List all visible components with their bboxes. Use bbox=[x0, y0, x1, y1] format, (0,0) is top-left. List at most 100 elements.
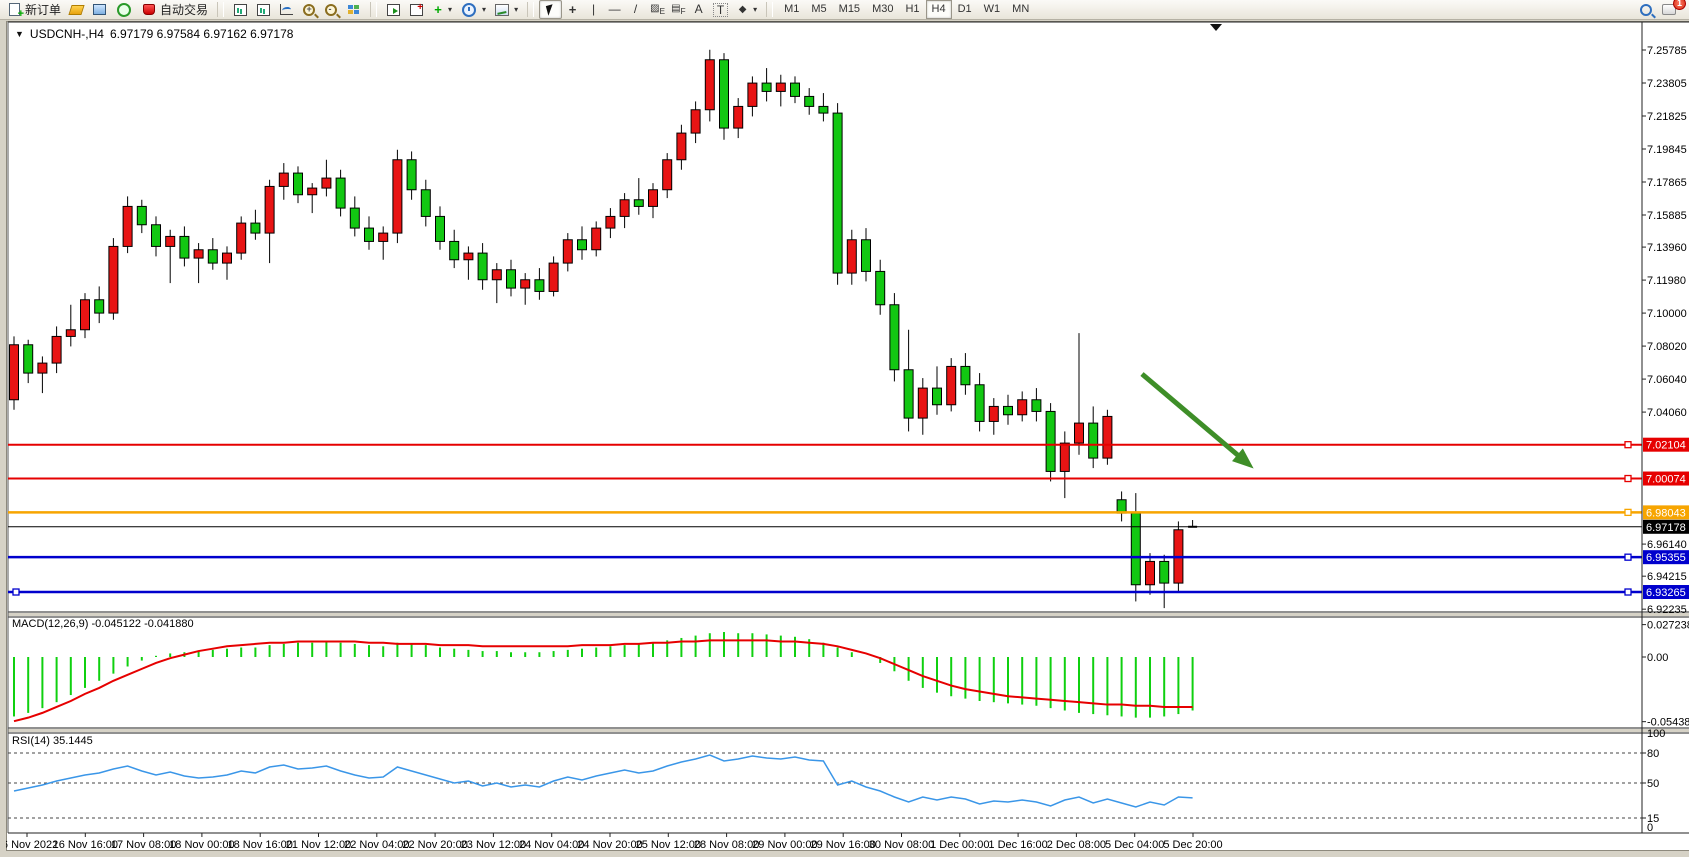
text-label-tool-button[interactable]: T bbox=[709, 0, 732, 19]
line-handle[interactable] bbox=[13, 589, 19, 595]
svg-text:5 Dec 04:00: 5 Dec 04:00 bbox=[1105, 839, 1164, 851]
auto-trading-label: 自动交易 bbox=[160, 1, 208, 18]
svg-text:6.94215: 6.94215 bbox=[1647, 571, 1687, 583]
macd-pane[interactable] bbox=[8, 617, 1689, 728]
svg-text:1 Dec 00:00: 1 Dec 00:00 bbox=[930, 839, 989, 851]
pane-splitter[interactable] bbox=[8, 613, 1689, 616]
chart-canvas[interactable]: 7.257857.238057.218257.198457.178657.158… bbox=[6, 21, 1689, 851]
chevron-down-icon: ▾ bbox=[753, 5, 757, 14]
text-icon: A bbox=[692, 2, 705, 17]
toolbar-separator bbox=[527, 2, 534, 17]
periods-button[interactable]: ▾ bbox=[456, 0, 490, 19]
search-icon bbox=[1640, 4, 1652, 16]
svg-text:17 Nov 08:00: 17 Nov 08:00 bbox=[111, 839, 176, 851]
signals-button[interactable] bbox=[111, 0, 137, 19]
main-toolbar: 新订单 自动交易 + - +▾ ▾ ▾ + | — bbox=[0, 0, 1689, 20]
timeframe-m1-button[interactable]: M1 bbox=[778, 0, 805, 19]
svg-text:29 Nov 00:00: 29 Nov 00:00 bbox=[752, 839, 817, 851]
auto-scroll-button[interactable] bbox=[382, 0, 405, 19]
templates-button[interactable]: ▾ bbox=[490, 0, 522, 19]
svg-text:7.23805: 7.23805 bbox=[1647, 78, 1687, 90]
timeframe-h4-button[interactable]: H4 bbox=[926, 0, 952, 19]
vertical-line-icon: | bbox=[587, 2, 600, 17]
tile-windows-button[interactable] bbox=[342, 0, 365, 19]
cursor-tool-button[interactable] bbox=[539, 0, 562, 19]
svg-text:50: 50 bbox=[1647, 778, 1659, 790]
chart-menu-triangle-icon[interactable]: ▼ bbox=[15, 29, 24, 39]
line-handle[interactable] bbox=[1625, 589, 1631, 595]
add-indicator-icon: + bbox=[432, 3, 444, 17]
svg-text:7.02104: 7.02104 bbox=[1646, 440, 1686, 452]
svg-text:7.19845: 7.19845 bbox=[1647, 144, 1687, 156]
notification-badge: 1 bbox=[1673, 0, 1686, 10]
pane-splitter[interactable] bbox=[8, 729, 1689, 732]
tile-windows-icon bbox=[348, 5, 359, 15]
timeframe-w1-button[interactable]: W1 bbox=[978, 0, 1007, 19]
bar-chart-button[interactable] bbox=[229, 0, 252, 19]
svg-text:22 Nov 04:00: 22 Nov 04:00 bbox=[344, 839, 409, 851]
horizontal-line-tool-button[interactable]: — bbox=[604, 0, 625, 19]
auto-scroll-icon bbox=[387, 4, 400, 16]
svg-text:25 Nov 12:00: 25 Nov 12:00 bbox=[636, 839, 701, 851]
svg-text:6.98043: 6.98043 bbox=[1646, 507, 1686, 519]
crosshair-tool-button[interactable]: + bbox=[562, 0, 583, 19]
chart-title: ▼ USDCNH-,H4 6.97179 6.97584 6.97162 6.9… bbox=[15, 27, 293, 41]
svg-text:7.15885: 7.15885 bbox=[1647, 210, 1687, 222]
vertical-line-tool-button[interactable]: | bbox=[583, 0, 604, 19]
channel-tool-button[interactable]: ▨E bbox=[646, 0, 667, 19]
candlestick-chart-icon bbox=[257, 4, 270, 16]
new-order-button[interactable]: 新订单 bbox=[3, 0, 65, 19]
arrows-tool-button[interactable]: ◆▾ bbox=[732, 0, 761, 19]
timeframe-m5-button[interactable]: M5 bbox=[805, 0, 832, 19]
new-order-icon bbox=[9, 3, 20, 16]
svg-text:7.11980: 7.11980 bbox=[1647, 275, 1686, 287]
svg-text:23 Nov 12:00: 23 Nov 12:00 bbox=[461, 839, 526, 851]
candlestick-chart-button[interactable] bbox=[252, 0, 275, 19]
trendline-icon: / bbox=[629, 2, 642, 17]
template-icon bbox=[495, 4, 509, 16]
svg-text:6.96140: 6.96140 bbox=[1647, 539, 1687, 551]
svg-text:24 Nov 20:00: 24 Nov 20:00 bbox=[577, 839, 642, 851]
svg-text:7.17865: 7.17865 bbox=[1647, 177, 1687, 189]
line-handle[interactable] bbox=[1625, 476, 1631, 482]
svg-text:7.06040: 7.06040 bbox=[1647, 374, 1687, 386]
timeframe-mn-button[interactable]: MN bbox=[1006, 0, 1035, 19]
line-handle[interactable] bbox=[1625, 442, 1631, 448]
svg-text:21 Nov 12:00: 21 Nov 12:00 bbox=[286, 839, 351, 851]
svg-text:2 Dec 08:00: 2 Dec 08:00 bbox=[1047, 839, 1106, 851]
text-label-icon: T bbox=[713, 3, 728, 17]
svg-text:29 Nov 16:00: 29 Nov 16:00 bbox=[810, 839, 875, 851]
svg-text:0.00: 0.00 bbox=[1647, 652, 1668, 664]
text-tool-button[interactable]: A bbox=[688, 0, 709, 19]
timeframe-h1-button[interactable]: H1 bbox=[899, 0, 925, 19]
timeframe-m30-button[interactable]: M30 bbox=[866, 0, 899, 19]
ohlc-values: 6.97179 6.97584 6.97162 6.97178 bbox=[110, 27, 294, 41]
timeframe-d1-button[interactable]: D1 bbox=[952, 0, 978, 19]
timeframe-m15-button[interactable]: M15 bbox=[833, 0, 866, 19]
metaeditor-button[interactable] bbox=[65, 0, 88, 19]
zoom-out-button[interactable]: - bbox=[320, 0, 342, 19]
search-button[interactable] bbox=[1635, 0, 1657, 19]
svg-text:6.97178: 6.97178 bbox=[1646, 522, 1686, 534]
channel-icon: ▨E bbox=[650, 1, 663, 19]
line-handle[interactable] bbox=[1625, 554, 1631, 560]
line-handle[interactable] bbox=[1625, 509, 1631, 515]
line-chart-button[interactable] bbox=[275, 0, 298, 19]
charts-window-button[interactable] bbox=[88, 0, 111, 19]
fibonacci-tool-button[interactable]: ▤F bbox=[667, 0, 688, 19]
toolbar-separator bbox=[370, 2, 377, 17]
main-price-pane[interactable] bbox=[8, 22, 1689, 612]
indicators-button[interactable]: +▾ bbox=[428, 0, 456, 19]
shapes-icon: ◆ bbox=[736, 2, 749, 17]
line-chart-icon bbox=[280, 4, 293, 15]
svg-text:0: 0 bbox=[1647, 822, 1653, 834]
notifications-button[interactable]: 1 bbox=[1657, 0, 1681, 19]
svg-text:7.13960: 7.13960 bbox=[1647, 242, 1687, 254]
zoom-in-button[interactable]: + bbox=[298, 0, 320, 19]
svg-text:22 Nov 20:00: 22 Nov 20:00 bbox=[402, 839, 467, 851]
auto-trading-button[interactable]: 自动交易 bbox=[137, 0, 212, 19]
chart-shift-button[interactable] bbox=[405, 0, 428, 19]
trendline-tool-button[interactable]: / bbox=[625, 0, 646, 19]
zoom-out-icon: - bbox=[325, 4, 337, 16]
fibonacci-icon: ▤F bbox=[671, 1, 684, 19]
